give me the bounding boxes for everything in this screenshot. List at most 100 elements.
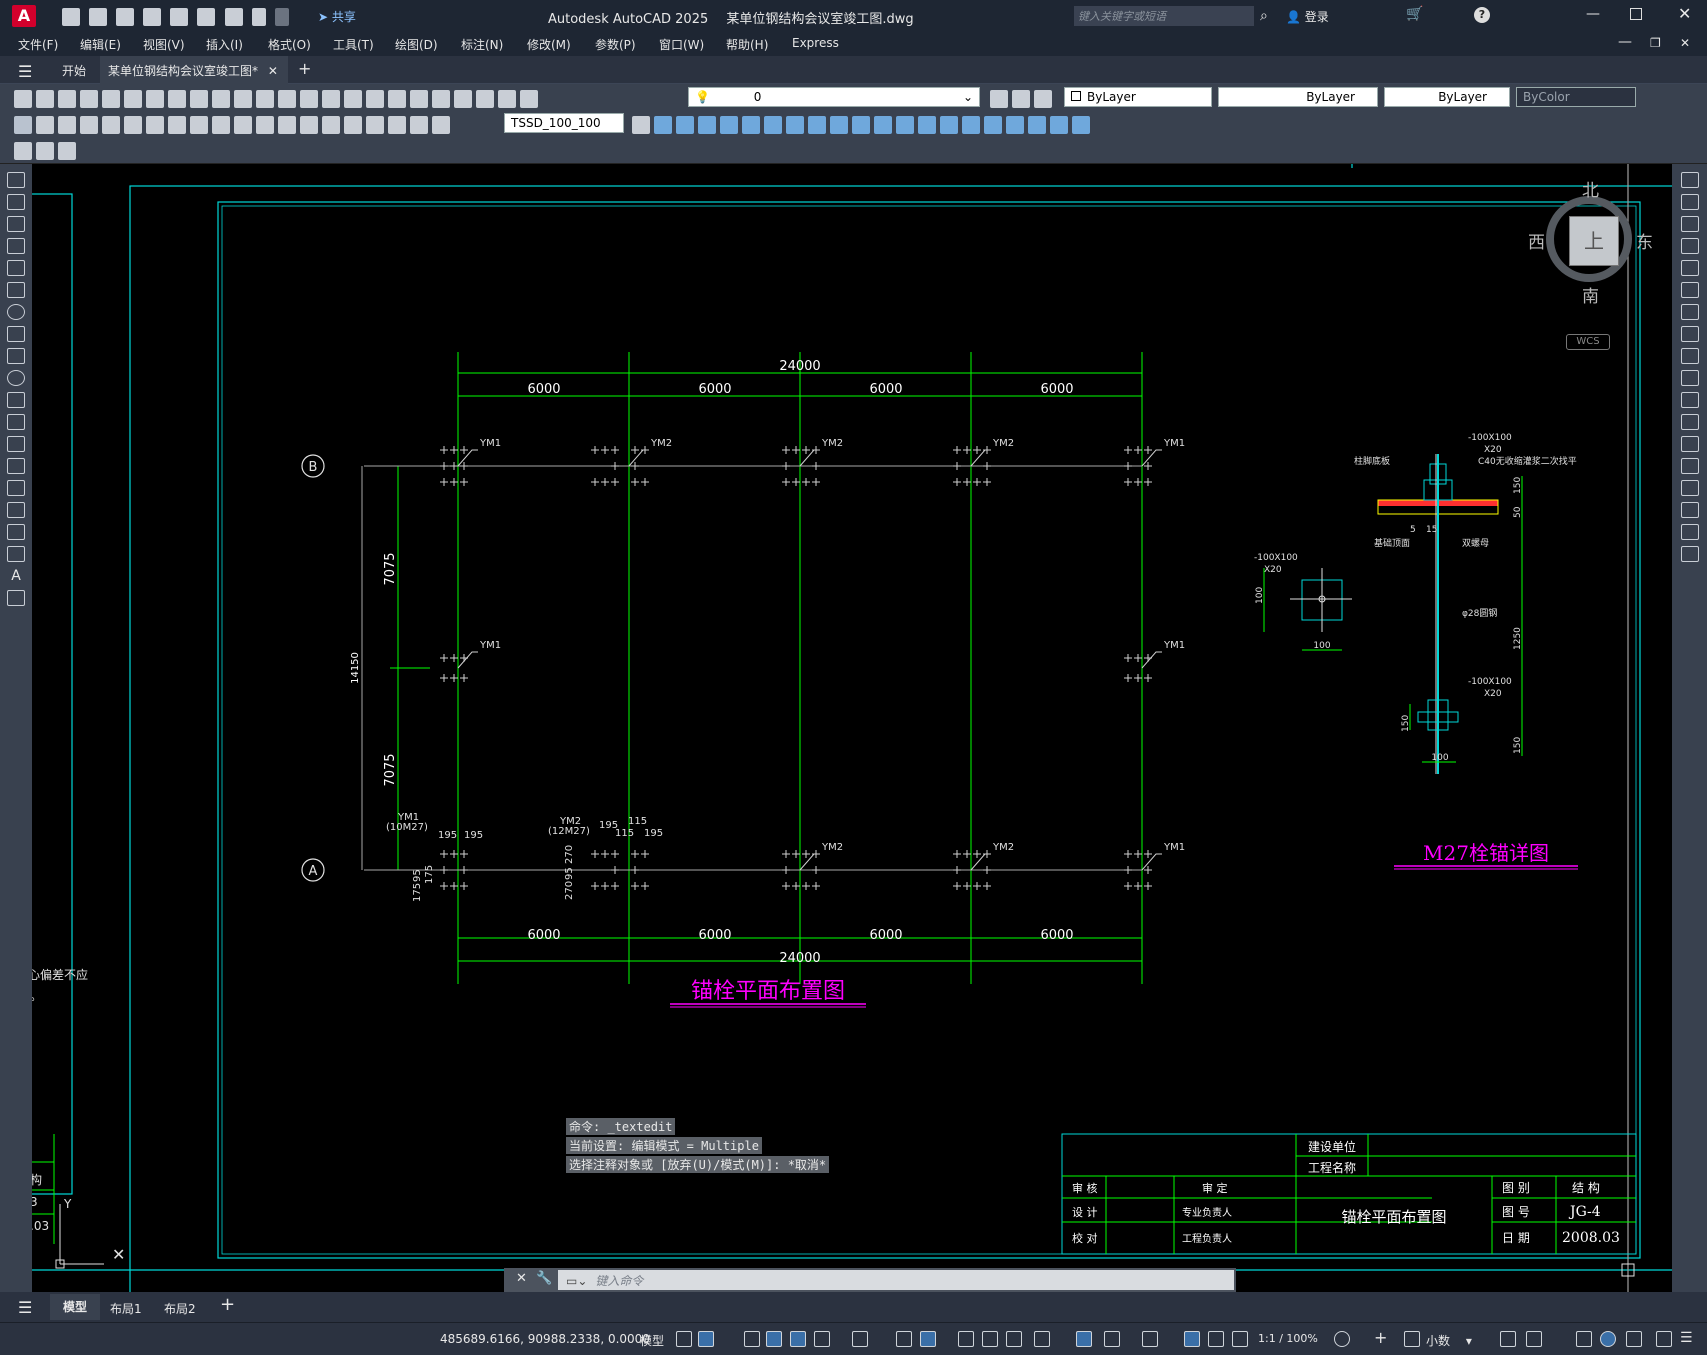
- dim-linear-icon[interactable]: [14, 115, 32, 134]
- color-dropdown[interactable]: ByLayer: [1064, 87, 1212, 107]
- layer-dropdown[interactable]: 💡 0 ⌄: [688, 87, 980, 107]
- cut-icon[interactable]: [146, 89, 164, 108]
- modify-19-icon[interactable]: [1050, 115, 1068, 134]
- dim-arc-icon[interactable]: [58, 115, 76, 134]
- lightbulb-icon[interactable]: 💡: [695, 90, 710, 104]
- menu-tools[interactable]: 工具(T): [333, 36, 374, 53]
- modify-13-icon[interactable]: [918, 115, 936, 134]
- sheetset-icon[interactable]: [432, 89, 450, 108]
- units-dropdown[interactable]: 小数 ▾: [1426, 1332, 1486, 1349]
- app-logo[interactable]: A: [12, 5, 36, 27]
- command-input[interactable]: ▭⌄ 键入命令: [558, 1270, 1234, 1290]
- break-point-tool-icon[interactable]: [1680, 414, 1699, 430]
- publish-icon[interactable]: [170, 7, 189, 26]
- block-editor-icon[interactable]: [14, 141, 32, 160]
- dim-baseline-icon[interactable]: [212, 115, 230, 134]
- dimstyle-manager-icon[interactable]: [632, 115, 650, 134]
- doc-close-button[interactable]: ✕: [1680, 36, 1690, 50]
- blend-tool-icon[interactable]: [1680, 524, 1699, 540]
- polygon-tool-icon[interactable]: [7, 238, 25, 254]
- lineweight-dropdown[interactable]: ByLayer: [1384, 87, 1510, 107]
- inspect-icon[interactable]: [344, 115, 362, 134]
- doc-minimize-button[interactable]: —: [1618, 34, 1632, 50]
- save-icon[interactable]: [116, 7, 135, 26]
- search-icon[interactable]: ⌕: [1260, 8, 1268, 24]
- doc-restore-button[interactable]: ❐: [1650, 36, 1661, 50]
- hardware-acceleration-icon[interactable]: [1600, 1331, 1616, 1347]
- zoom-icon[interactable]: [300, 89, 318, 108]
- array-tool-icon[interactable]: [1680, 260, 1699, 276]
- saveas-icon[interactable]: [143, 7, 162, 26]
- linetype-dropdown[interactable]: ByLayer: [1218, 87, 1378, 107]
- modify-6-icon[interactable]: [764, 115, 782, 134]
- redo-tb-icon[interactable]: [256, 89, 274, 108]
- clean-screen-icon[interactable]: [1626, 1331, 1642, 1347]
- block-close-icon[interactable]: [58, 141, 76, 160]
- explode-tool-icon[interactable]: [1680, 546, 1699, 562]
- chamfer-tool-icon[interactable]: [1680, 480, 1699, 496]
- plotstyle-dropdown[interactable]: ByColor: [1516, 87, 1636, 107]
- modify-7-icon[interactable]: [786, 115, 804, 134]
- layer-manager-icon[interactable]: [520, 89, 538, 108]
- customization-icon[interactable]: ☰: [1680, 1331, 1696, 1347]
- modify-10-icon[interactable]: [852, 115, 870, 134]
- coordinates-readout[interactable]: 485689.6166, 90988.2338, 0.0000: [440, 1332, 650, 1346]
- add-selected-icon[interactable]: [7, 590, 25, 606]
- layout-menu-icon[interactable]: ☰: [18, 1298, 32, 1317]
- make-current-icon[interactable]: [990, 89, 1008, 108]
- maximize-button[interactable]: [1630, 8, 1642, 20]
- modify-12-icon[interactable]: [896, 115, 914, 134]
- dim-radius-icon[interactable]: [102, 115, 120, 134]
- designcenter-icon[interactable]: [388, 89, 406, 108]
- offset-tool-icon[interactable]: [1680, 238, 1699, 254]
- modify-5-icon[interactable]: [742, 115, 760, 134]
- 3d-osnap-icon[interactable]: [1034, 1331, 1050, 1347]
- tab-layout1[interactable]: 布局1: [110, 1300, 142, 1317]
- lineweight-icon[interactable]: [958, 1331, 974, 1347]
- dim-ordinate-icon[interactable]: [80, 115, 98, 134]
- viewcube-west[interactable]: 西: [1528, 228, 1545, 253]
- hamburger-menu-icon[interactable]: ☰: [18, 62, 32, 81]
- zoom-window-icon[interactable]: [322, 89, 340, 108]
- extend-tool-icon[interactable]: [1680, 392, 1699, 408]
- tab-close-icon[interactable]: ✕: [268, 64, 278, 78]
- ellipse-tool-icon[interactable]: [7, 370, 25, 386]
- search-input[interactable]: 键入关键字或短语: [1074, 6, 1254, 26]
- center-mark-icon[interactable]: [322, 115, 340, 134]
- undo-icon[interactable]: [251, 7, 266, 26]
- mtext-tool-icon[interactable]: A: [7, 568, 25, 584]
- command-close-icon[interactable]: ✕: [516, 1271, 527, 1286]
- viewcube-east[interactable]: 东: [1636, 228, 1653, 253]
- selection-filter-icon[interactable]: [1104, 1331, 1120, 1347]
- osnap-icon[interactable]: [920, 1331, 936, 1347]
- annotation-scale-dropdown[interactable]: 1:1 / 100%: [1258, 1332, 1318, 1345]
- menu-insert[interactable]: 插入(I): [206, 36, 243, 53]
- menu-express[interactable]: Express: [792, 36, 839, 50]
- ortho-icon[interactable]: [790, 1331, 806, 1347]
- fillet-tool-icon[interactable]: [1680, 502, 1699, 518]
- modify-8-icon[interactable]: [808, 115, 826, 134]
- modify-15-icon[interactable]: [962, 115, 980, 134]
- modify-14-icon[interactable]: [940, 115, 958, 134]
- help-tb-icon[interactable]: [498, 89, 516, 108]
- transparency-icon[interactable]: [982, 1331, 998, 1347]
- menu-help[interactable]: 帮助(H): [726, 36, 768, 53]
- command-customize-icon[interactable]: 🔧: [536, 1271, 552, 1286]
- calculator-icon[interactable]: [476, 89, 494, 108]
- line-tool-icon[interactable]: [7, 172, 25, 188]
- export-icon[interactable]: [197, 7, 216, 26]
- layer-state-icon[interactable]: [1034, 89, 1052, 108]
- menu-modify[interactable]: 修改(M): [527, 36, 571, 53]
- point-tool-icon[interactable]: [7, 458, 25, 474]
- toolpalette-icon[interactable]: [410, 89, 428, 108]
- paste-icon[interactable]: [190, 89, 208, 108]
- modify-3-icon[interactable]: [698, 115, 716, 134]
- redo-icon[interactable]: [274, 7, 289, 26]
- menu-format[interactable]: 格式(O): [268, 36, 311, 53]
- units-icon[interactable]: [1404, 1331, 1420, 1347]
- viewcube[interactable]: 上 北 南 西 东: [1528, 178, 1653, 307]
- erase-tool-icon[interactable]: [1680, 172, 1699, 188]
- menu-file[interactable]: 文件(F): [18, 36, 58, 53]
- tab-model[interactable]: 模型: [50, 1294, 100, 1320]
- new-icon[interactable]: [62, 7, 80, 26]
